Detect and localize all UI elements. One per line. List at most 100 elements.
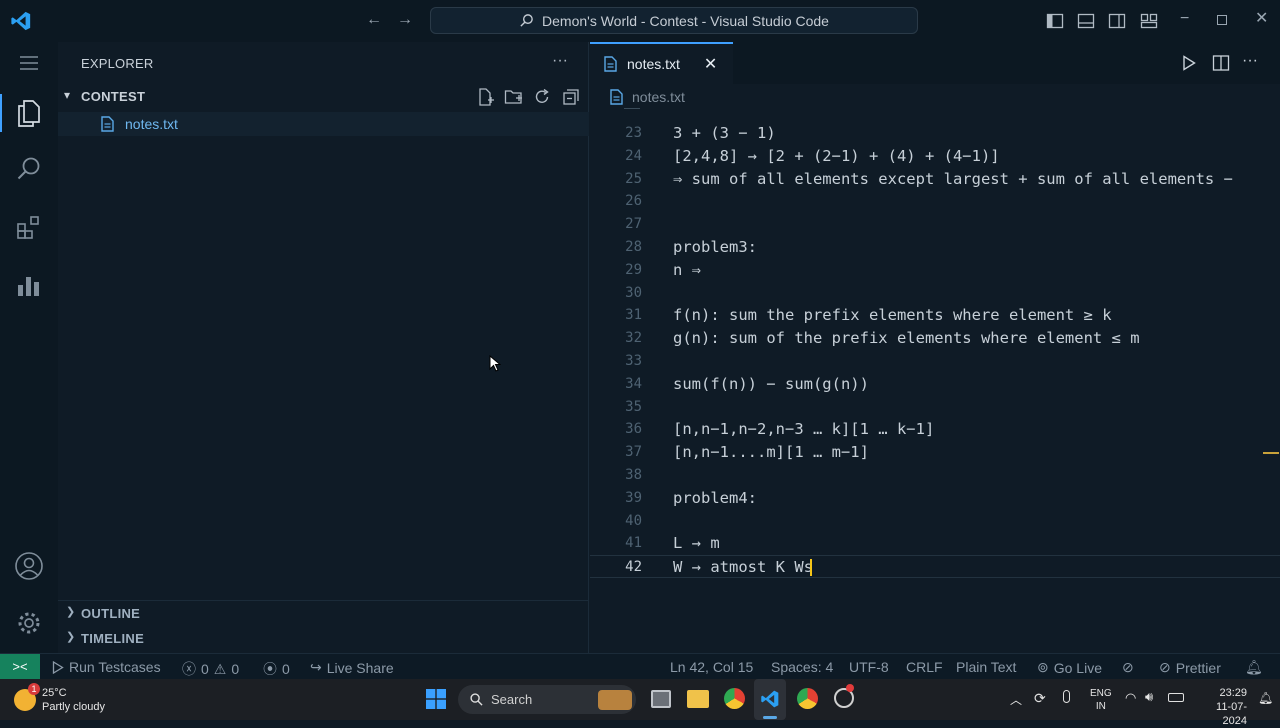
battery-icon[interactable]: [1168, 693, 1184, 702]
menu-icon[interactable]: [13, 47, 45, 79]
run-testcases-button[interactable]: Run Testcases: [52, 659, 161, 675]
chrome-icon[interactable]: [724, 688, 745, 709]
notifications-bell-icon[interactable]: 🔔︎: [1245, 659, 1263, 676]
volume-icon[interactable]: 🔊︎: [1145, 689, 1153, 705]
line-number: 32: [625, 330, 642, 347]
clock-date: 11-07-2024: [1216, 701, 1247, 727]
split-editor-icon[interactable]: [1212, 54, 1230, 77]
clock[interactable]: 23:29 11-07-2024: [1205, 686, 1247, 728]
editor-more-actions-icon[interactable]: ···: [1242, 52, 1258, 70]
code-line[interactable]: 24 [2,4,8] → [2 + (2−1) + (4) + (4−1)]: [590, 145, 1280, 168]
language-mode[interactable]: Plain Text: [956, 659, 1016, 675]
new-file-icon[interactable]: [475, 87, 495, 112]
wifi-icon[interactable]: ◠: [1125, 690, 1136, 706]
code-line[interactable]: 38: [590, 464, 1280, 487]
encoding[interactable]: UTF-8: [849, 659, 889, 675]
error-count: 0: [201, 661, 209, 677]
new-folder-icon[interactable]: [504, 87, 524, 112]
prettier-button[interactable]: ⊘ Prettier: [1159, 659, 1221, 676]
copilot-icon[interactable]: ⊘: [1122, 659, 1134, 676]
outline-label: OUTLINE: [81, 606, 141, 621]
customize-layout-icon[interactable]: [1140, 12, 1158, 35]
run-icon[interactable]: [1182, 55, 1196, 76]
code-line[interactable]: 28 problem3:: [590, 236, 1280, 259]
code-line[interactable]: 27: [590, 213, 1280, 236]
recorder-icon[interactable]: [834, 684, 854, 708]
code-line[interactable]: 29 n ⇒: [590, 259, 1280, 282]
end-of-line[interactable]: CRLF: [906, 659, 943, 675]
title-bar: ← → Demon's World - Contest - Visual Stu…: [0, 0, 1280, 42]
restore-icon[interactable]: [1217, 15, 1227, 25]
code-line[interactable]: 31 f(n): sum the prefix elements where el…: [590, 304, 1280, 327]
tab-notes-txt[interactable]: notes.txt ✕: [590, 42, 733, 84]
go-live-button[interactable]: ⊚ Go Live: [1037, 659, 1102, 676]
minimize-icon[interactable]: −: [1180, 11, 1189, 27]
code-line[interactable]: 34 sum(f(n)) − sum(g(n)): [590, 373, 1280, 396]
code-line[interactable]: 33: [590, 350, 1280, 373]
code-line[interactable]: 42 W → atmost K Ws: [590, 555, 1280, 578]
code-line[interactable]: 36 [n,n−1,n−2,n−3 … k][1 … k−1]: [590, 418, 1280, 441]
extensions-icon[interactable]: [13, 212, 45, 244]
settings-gear-icon[interactable]: [13, 607, 45, 639]
file-item-notes[interactable]: notes.txt: [58, 112, 589, 136]
microphone-icon[interactable]: [1063, 690, 1070, 703]
collapse-all-icon[interactable]: [561, 87, 581, 112]
timeline-section-header[interactable]: ❯ TIMELINE: [58, 626, 589, 648]
back-arrow-icon[interactable]: ←: [366, 12, 382, 28]
code-view[interactable]: 23 3 + (3 − 1) 24 [2,4,8] → [2 + (2−1) + (4…: [590, 122, 1280, 582]
cursor-position[interactable]: Ln 42, Col 15: [670, 659, 753, 675]
code-line[interactable]: 40: [590, 510, 1280, 533]
breadcrumb[interactable]: notes.txt: [610, 89, 685, 105]
editor-area: notes.txt ✕ ··· notes.txt 23 3 + (3 − 1) 2…: [590, 42, 1280, 653]
indentation[interactable]: Spaces: 4: [771, 659, 833, 675]
close-window-icon[interactable]: ✕: [1255, 11, 1268, 27]
live-share-button[interactable]: ↪ Live Share: [310, 659, 394, 676]
windows-taskbar: 1 25°C Partly cloudy Search ︿ ⟳ ENG IN ◠…: [0, 679, 1280, 727]
search-icon: [520, 14, 533, 27]
broadcast-icon: ⦿: [263, 661, 277, 677]
vscode-taskbar-icon[interactable]: [754, 679, 786, 720]
account-icon[interactable]: [13, 550, 45, 582]
code-line[interactable]: 41 L → m: [590, 532, 1280, 555]
analytics-icon[interactable]: [13, 270, 45, 302]
windows-start-icon[interactable]: [426, 689, 446, 712]
code-line[interactable]: 25 ⇒ sum of all elements except largest +…: [590, 168, 1280, 191]
toggle-sidebar-icon[interactable]: [1046, 12, 1064, 35]
tray-sync-icon[interactable]: ⟳: [1034, 690, 1046, 707]
forward-arrow-icon[interactable]: →: [397, 12, 413, 28]
taskbar-search-box[interactable]: Search: [458, 685, 636, 714]
code-line[interactable]: 26: [590, 190, 1280, 213]
code-line[interactable]: 32 g(n): sum of the prefix elements where…: [590, 327, 1280, 350]
file-explorer-icon[interactable]: [687, 690, 709, 708]
code-line[interactable]: 37 [n,n−1....m][1 … m−1]: [590, 441, 1280, 464]
close-tab-icon[interactable]: ✕: [704, 54, 717, 74]
code-line[interactable]: 39 problem4:: [590, 487, 1280, 510]
code-line[interactable]: 35: [590, 396, 1280, 419]
code-line[interactable]: 23 3 + (3 − 1): [590, 122, 1280, 145]
tray-chevron-up-icon[interactable]: ︿: [1010, 691, 1022, 708]
toggle-panel-icon[interactable]: [1077, 12, 1095, 35]
chrome-profile-icon[interactable]: [797, 688, 818, 709]
share-icon: ↪: [310, 659, 322, 675]
language-indicator[interactable]: ENG IN: [1090, 687, 1112, 713]
search-icon[interactable]: [13, 153, 45, 185]
more-actions-icon[interactable]: ···: [552, 52, 568, 70]
toggle-secondary-sidebar-icon[interactable]: [1108, 12, 1126, 35]
explorer-icon[interactable]: [13, 97, 45, 129]
problems-indicator[interactable]: ⓧ 0 ⚠ 0: [182, 659, 239, 679]
file-text-icon: [610, 89, 623, 105]
refresh-icon[interactable]: [532, 87, 552, 112]
vscode-logo-icon[interactable]: [10, 10, 32, 32]
weather-widget[interactable]: 1 25°C Partly cloudy: [14, 683, 124, 715]
code-line[interactable]: 30: [590, 282, 1280, 305]
notification-center-icon[interactable]: 🔔︎: [1258, 691, 1273, 705]
outline-section-header[interactable]: ❯ OUTLINE: [58, 600, 589, 622]
ports-indicator[interactable]: ⦿ 0: [263, 659, 290, 679]
explorer-sidebar: EXPLORER ··· ▾ CONTEST notes.txt ❯ OUTLI…: [58, 42, 589, 653]
command-center-search[interactable]: Demon's World - Contest - Visual Studio …: [430, 7, 918, 34]
task-view-icon[interactable]: [651, 690, 671, 708]
line-number: 25: [625, 170, 642, 187]
chevron-right-icon: ❯: [66, 606, 76, 618]
remote-indicator[interactable]: ><: [0, 654, 40, 679]
file-text-icon: [101, 116, 114, 137]
